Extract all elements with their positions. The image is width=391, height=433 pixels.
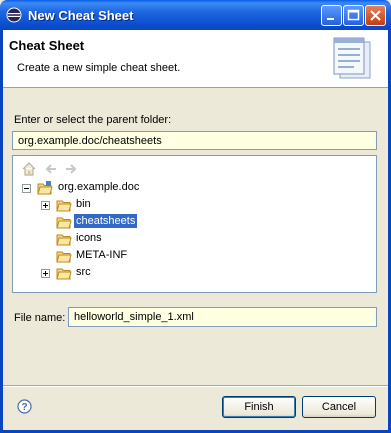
close-button[interactable]	[365, 5, 386, 26]
svg-text:?: ?	[21, 402, 27, 413]
back-icon[interactable]	[43, 161, 59, 177]
project-folder-icon	[37, 181, 53, 195]
title-bar[interactable]: New Cheat Sheet	[0, 0, 391, 30]
tree-node-meta-inf[interactable]: META-INF	[13, 248, 373, 265]
file-name-input[interactable]: helloworld_simple_1.xml	[68, 307, 377, 327]
close-icon	[370, 10, 381, 21]
home-icon[interactable]	[21, 161, 37, 177]
expand-icon[interactable]	[41, 269, 50, 278]
eclipse-icon	[6, 7, 22, 23]
minimize-icon	[327, 18, 334, 20]
help-icon[interactable]: ?	[17, 399, 32, 414]
tree-node-src[interactable]: src	[13, 265, 373, 282]
maximize-button[interactable]	[343, 5, 364, 26]
folder-icon	[56, 234, 72, 246]
tree-node-label: cheatsheets	[74, 214, 138, 228]
forward-icon[interactable]	[63, 161, 79, 177]
wizard-banner: Cheat Sheet Create a new simple cheat sh…	[3, 30, 388, 88]
footer-divider	[3, 385, 388, 387]
collapse-icon[interactable]	[22, 184, 31, 193]
tree-node-icons[interactable]: icons	[13, 231, 373, 248]
folder-icon	[56, 217, 72, 229]
maximize-icon	[347, 9, 360, 21]
folder-icon	[56, 251, 72, 263]
tree-node-label: META-INF	[76, 249, 128, 261]
cheatsheet-wizard-icon	[333, 37, 371, 79]
minimize-button[interactable]	[321, 5, 342, 26]
parent-folder-label: Enter or select the parent folder:	[14, 114, 172, 126]
file-name-label: File name:	[14, 312, 66, 324]
tree-node-label: bin	[76, 198, 91, 210]
window-title: New Cheat Sheet	[28, 8, 134, 23]
folder-icon	[56, 268, 72, 280]
tree-node-label: icons	[76, 232, 102, 244]
tree-node-label: src	[76, 266, 91, 278]
tree-node-root[interactable]: org.example.doc	[13, 180, 373, 197]
banner-description: Create a new simple cheat sheet.	[17, 62, 181, 74]
banner-title: Cheat Sheet	[9, 38, 85, 53]
tree-node-bin[interactable]: bin	[13, 197, 373, 214]
folder-tree[interactable]: org.example.doc bin cheatsheets icons ME…	[12, 155, 377, 293]
finish-button[interactable]: Finish	[222, 396, 296, 418]
tree-node-label: org.example.doc	[58, 181, 140, 193]
parent-folder-input[interactable]: org.example.doc/cheatsheets	[12, 131, 377, 150]
tree-node-cheatsheets[interactable]: cheatsheets	[13, 214, 373, 231]
folder-icon	[56, 200, 72, 212]
cancel-button[interactable]: Cancel	[302, 396, 376, 418]
expand-icon[interactable]	[41, 201, 50, 210]
